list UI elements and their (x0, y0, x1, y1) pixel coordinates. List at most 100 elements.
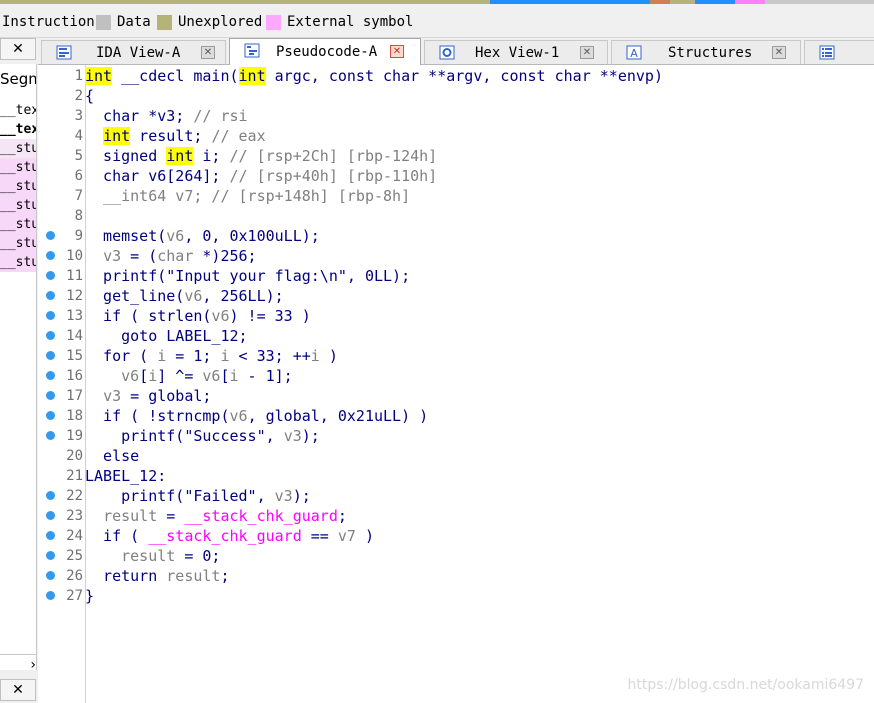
code-token: result (166, 567, 221, 585)
segment-row[interactable]: __stu (0, 196, 36, 215)
line-number: 25 (66, 548, 83, 564)
breakpoint-dot-icon[interactable] (46, 491, 55, 500)
code-line[interactable]: if ( strlen(v6) != 33 ) (85, 306, 311, 326)
tab-pseudocode[interactable]: Pseudocode-A ✕ (229, 38, 421, 65)
line-number: 13 (66, 308, 83, 324)
code-line[interactable]: __int64 v7; // [rsp+148h] [rbp-8h] (85, 186, 410, 206)
line-number: 23 (66, 508, 83, 524)
breakpoint-dot-icon[interactable] (46, 511, 55, 520)
tab-label: IDA View-A (96, 45, 181, 61)
breakpoint-dot-icon[interactable] (46, 591, 55, 600)
line-number: 9 (74, 228, 83, 244)
breakpoint-dot-icon[interactable] (46, 351, 55, 360)
legend-label-data: Data (117, 14, 151, 30)
keyword-highlight: int (103, 127, 131, 145)
line-number: 11 (66, 268, 83, 284)
code-token: __cdecl main( (112, 67, 239, 85)
code-token: v6 (166, 227, 185, 245)
breakpoint-dot-icon[interactable] (46, 431, 55, 440)
code-line[interactable]: memset(v6, 0, 0x100uLL); (85, 226, 320, 246)
tab-hex-view[interactable]: Hex View-1 ✕ (424, 40, 608, 64)
code-token: __stack_chk_guard (148, 527, 302, 545)
segment-row[interactable]: __stu (0, 177, 36, 196)
code-line[interactable]: printf("Success", v3); (85, 426, 320, 446)
code-line[interactable]: return result; (85, 566, 229, 586)
tab-structures[interactable]: A Structures ✕ (611, 40, 801, 64)
code-line[interactable]: { (85, 86, 94, 106)
code-token: get_line( (85, 287, 185, 305)
scroll-right-icon[interactable]: › (0, 654, 36, 670)
breakpoint-dot-icon[interactable] (46, 531, 55, 540)
close-icon[interactable]: ✕ (580, 46, 594, 59)
code-line[interactable]: } (85, 586, 94, 606)
breakpoint-dot-icon[interactable] (46, 271, 55, 280)
code-token: char (157, 247, 194, 265)
code-line[interactable]: if ( __stack_chk_guard == v7 ) (85, 526, 374, 546)
code-token: ); (292, 487, 311, 505)
code-token: char v6[264]; (85, 167, 230, 185)
code-line[interactable]: LABEL_12: (85, 466, 166, 486)
code-line[interactable]: v6[i] ^= v6[i - 1]; (85, 366, 293, 386)
code-token: ] ^= (157, 367, 203, 385)
code-token: = ( (121, 247, 158, 265)
close-icon[interactable]: ✕ (772, 46, 786, 59)
code-token: // [rsp+2Ch] [rbp-124h] (229, 147, 438, 165)
breakpoint-dot-icon[interactable] (46, 391, 55, 400)
breakpoint-dot-icon[interactable] (46, 571, 55, 580)
code-line[interactable]: signed int i; // [rsp+2Ch] [rbp-124h] (85, 146, 437, 166)
segments-list[interactable]: Segm __tex__tex__stu__stu__stu__stu__stu… (0, 64, 37, 670)
breakpoint-dot-icon[interactable] (46, 231, 55, 240)
segment-row[interactable]: __stu (0, 234, 36, 253)
code-line[interactable]: get_line(v6, 256LL); (85, 286, 284, 306)
line-number: 4 (74, 128, 83, 144)
code-line[interactable]: for ( i = 1; i < 33; ++i ) (85, 346, 338, 366)
code-line[interactable]: printf("Failed", v3); (85, 486, 311, 506)
segment-row[interactable]: __tex (0, 101, 36, 120)
tab-ida-view[interactable]: IDA View-A ✕ (41, 40, 226, 64)
code-line[interactable]: v3 = global; (85, 386, 211, 406)
breakpoint-dot-icon[interactable] (46, 311, 55, 320)
breakpoint-dot-icon[interactable] (46, 291, 55, 300)
close-icon[interactable]: ✕ (0, 679, 36, 701)
segment-row[interactable]: __tex (0, 120, 36, 139)
code-token: for ( (85, 347, 158, 365)
code-line[interactable]: int result; // eax (85, 126, 266, 146)
code-token: if ( strlen( (85, 307, 212, 325)
code-line[interactable]: char v6[264]; // [rsp+40h] [rbp-110h] (85, 166, 437, 186)
close-icon[interactable]: ✕ (201, 46, 215, 59)
code-line[interactable]: goto LABEL_12; (85, 326, 247, 346)
segment-row[interactable]: __stu (0, 139, 36, 158)
segment-row[interactable]: __stu (0, 253, 36, 272)
legend-label-unexplored: Unexplored (178, 14, 263, 30)
breakpoint-dot-icon[interactable] (46, 331, 55, 340)
pseudocode-editor[interactable]: 1 2 3 4 5 6 7 8 9 10 11 12 13 14 15 16 17 18 19 20 21 22 23 24 2… (38, 65, 874, 703)
code-token: __int64 v7; // [rsp+148h] [rbp-8h] (85, 187, 411, 205)
code-line[interactable]: printf("Input your flag:\n", 0LL); (85, 266, 410, 286)
code-token: if ( !strncmp( (85, 407, 230, 425)
code-line[interactable]: else (85, 446, 139, 466)
close-icon[interactable]: ✕ (390, 45, 404, 58)
code-token: i (220, 347, 230, 365)
code-token: v6 (229, 407, 248, 425)
code-line[interactable]: char *v3; // rsi (85, 106, 248, 126)
code-line[interactable]: result = 0; (85, 546, 220, 566)
line-number: 10 (66, 248, 83, 264)
close-icon[interactable]: ✕ (0, 38, 36, 60)
tab-enums[interactable] (804, 40, 874, 64)
line-number: 6 (74, 168, 83, 184)
watermark: https://blog.csdn.net/ookami6497 (627, 677, 864, 693)
code-line[interactable]: result = __stack_chk_guard; (85, 506, 347, 526)
code-line[interactable]: int __cdecl main(int argc, const char **… (85, 66, 663, 86)
breakpoint-dot-icon[interactable] (46, 251, 55, 260)
line-number-gutter[interactable]: 1 2 3 4 5 6 7 8 9 10 11 12 13 14 15 16 17 18 19 20 21 22 23 24 2… (38, 65, 86, 703)
segment-row[interactable]: __stu (0, 215, 36, 234)
breakpoint-dot-icon[interactable] (46, 551, 55, 560)
line-number: 2 (74, 88, 83, 104)
breakpoint-dot-icon[interactable] (46, 371, 55, 380)
segment-row[interactable]: __stu (0, 158, 36, 177)
breakpoint-dot-icon[interactable] (46, 411, 55, 420)
code-line[interactable]: if ( !strncmp(v6, global, 0x21uLL) ) (85, 406, 428, 426)
code-line[interactable]: v3 = (char *)256; (85, 246, 257, 266)
